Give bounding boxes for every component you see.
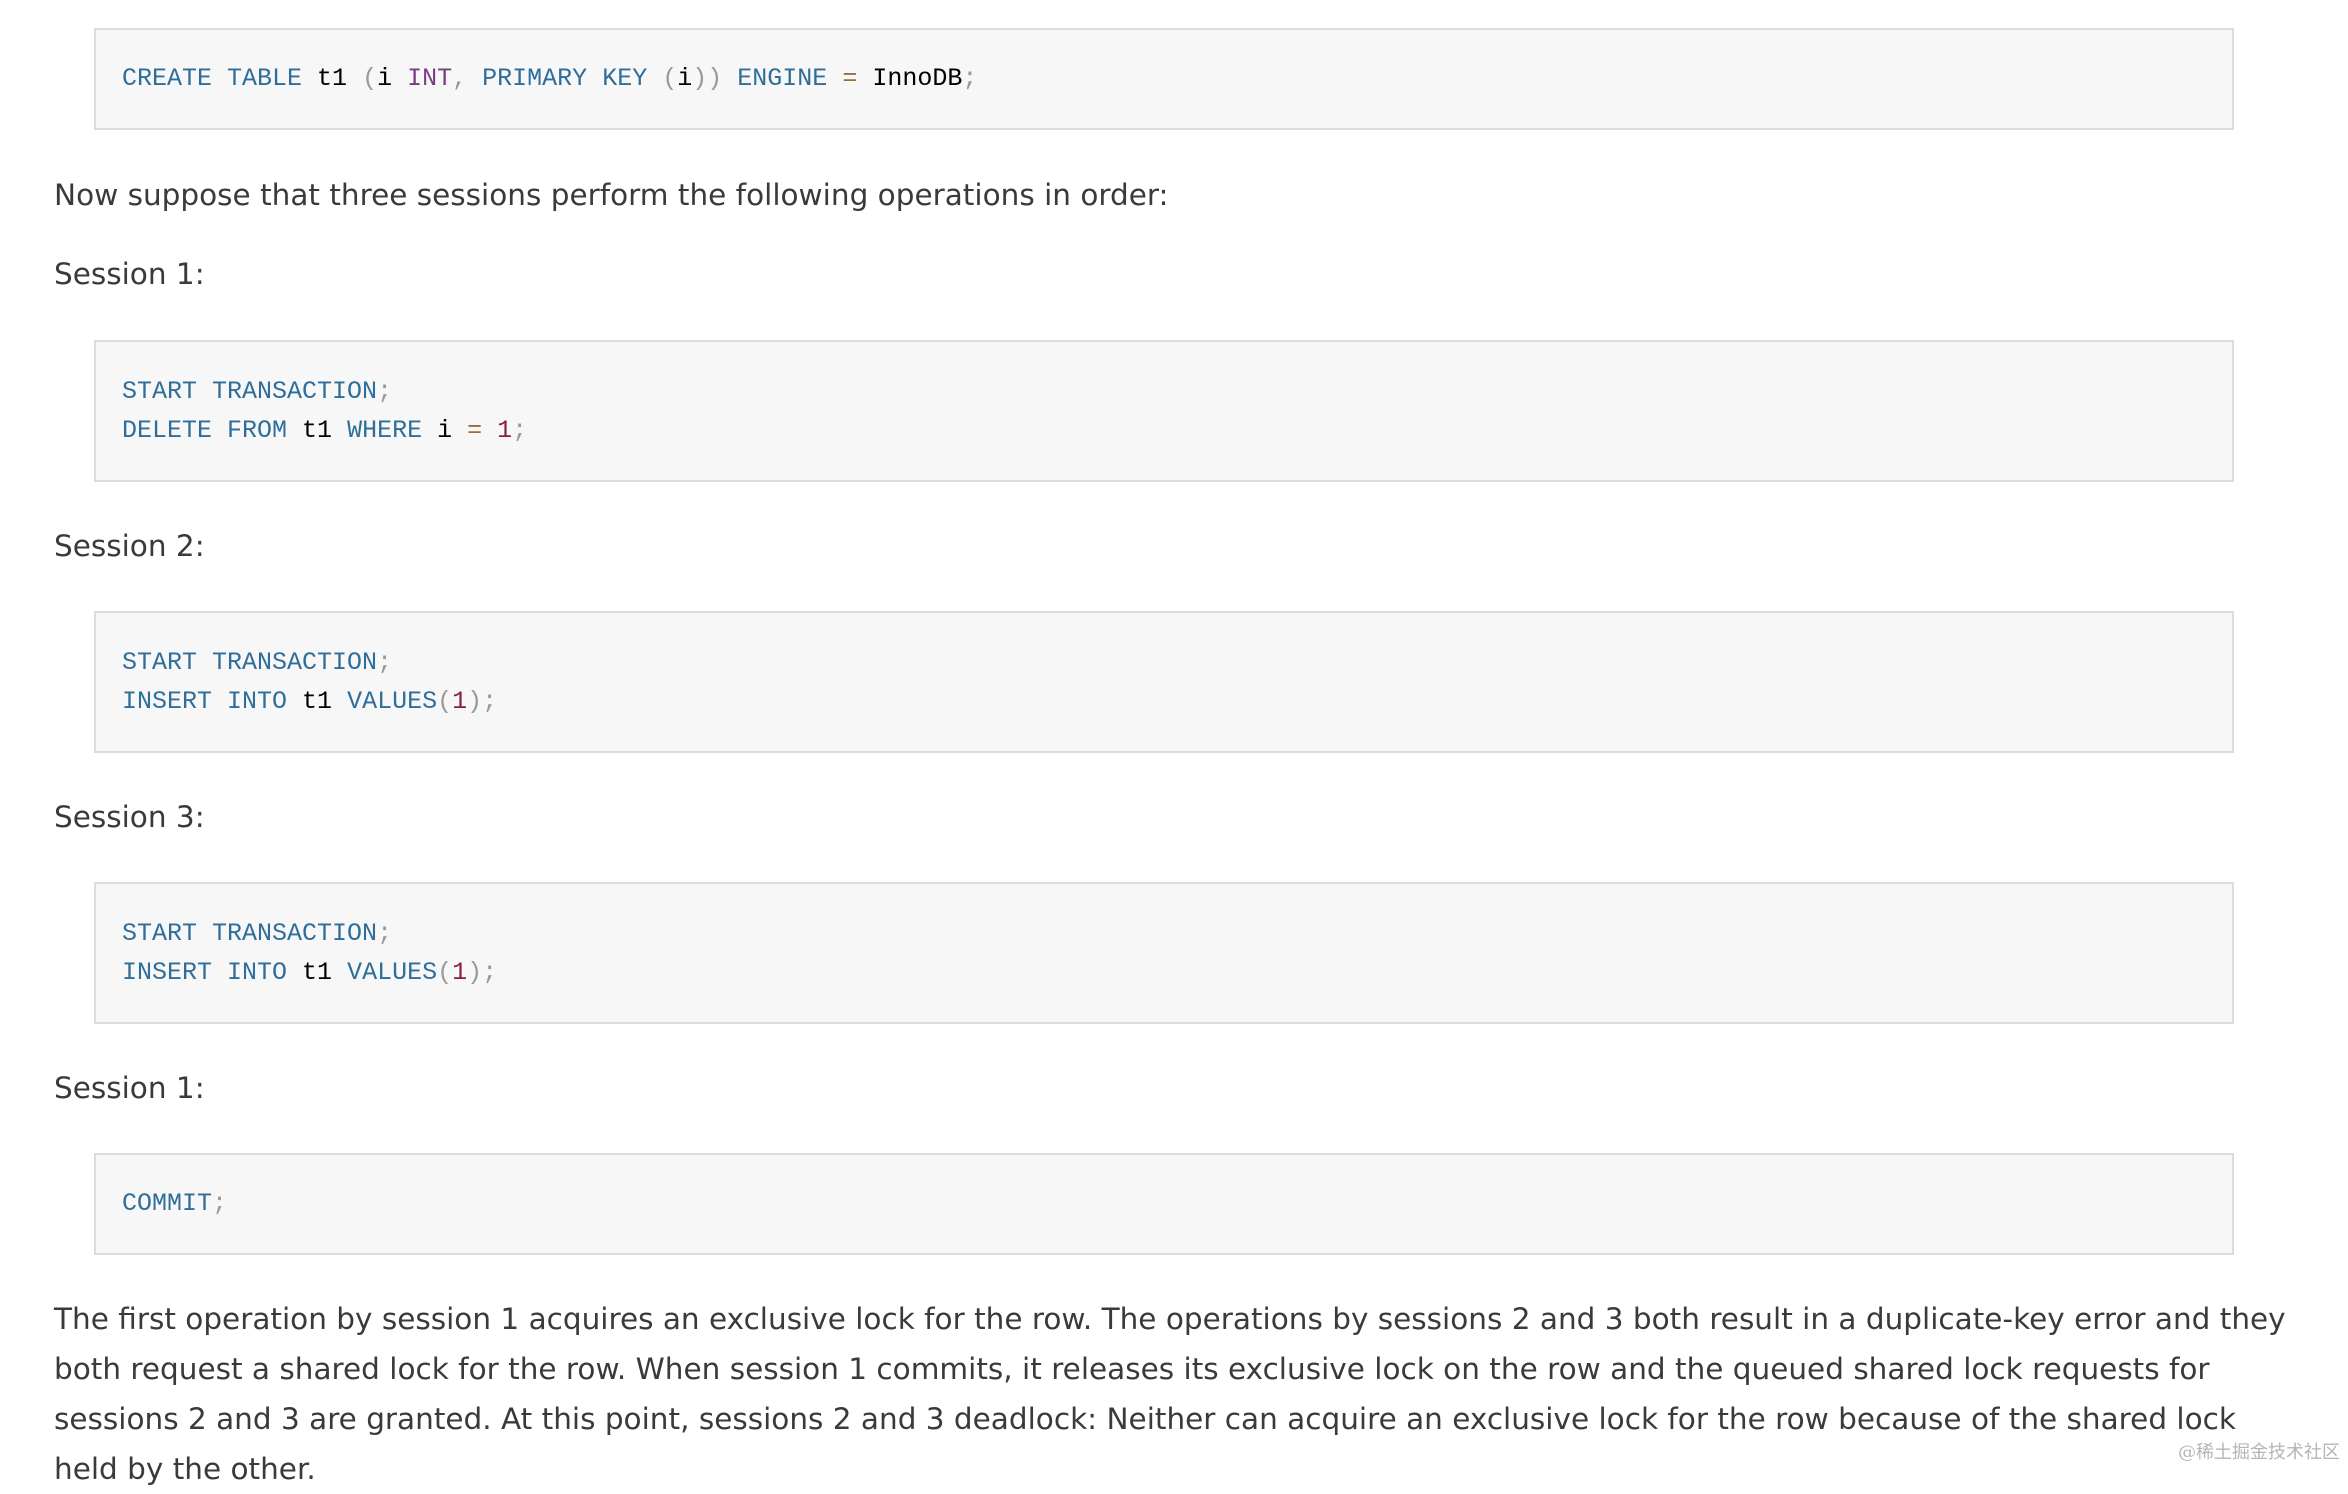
code-token: ; bbox=[212, 1189, 228, 1218]
code-token: TABLE bbox=[227, 64, 303, 93]
code-token: 1 bbox=[497, 416, 513, 445]
intro-paragraph: Now suppose that three sessions perform … bbox=[54, 178, 1169, 212]
code-line: COMMIT; bbox=[122, 1184, 2232, 1223]
explanation-paragraph: The first operation by session 1 acquire… bbox=[54, 1302, 2286, 1486]
code-token: INSERT bbox=[122, 687, 213, 716]
code-token: VALUES bbox=[347, 687, 438, 716]
code-token: PRIMARY bbox=[482, 64, 588, 93]
code-token: ( bbox=[437, 958, 453, 987]
code-token: , bbox=[452, 64, 468, 93]
code-token: ( bbox=[362, 64, 378, 93]
session-2-label: Session 2: bbox=[54, 529, 205, 563]
code-token: ; bbox=[377, 648, 393, 677]
code-line: INSERT INTO t1 VALUES(1); bbox=[122, 953, 2232, 992]
code-block-session-3: START TRANSACTION; INSERT INTO t1 VALUES… bbox=[94, 882, 2234, 1024]
code-token: = bbox=[467, 416, 483, 445]
code-line: START TRANSACTION; bbox=[122, 643, 2232, 682]
code-block-session-2: START TRANSACTION; INSERT INTO t1 VALUES… bbox=[94, 611, 2234, 753]
code-line: DELETE FROM t1 WHERE i = 1; bbox=[122, 411, 2232, 450]
code-token: INTO bbox=[227, 687, 288, 716]
session-3-label: Session 3: bbox=[54, 800, 205, 834]
code-token: CREATE bbox=[122, 64, 213, 93]
code-token: ; bbox=[962, 64, 978, 93]
code-token: ENGINE bbox=[737, 64, 828, 93]
code-token: DELETE bbox=[122, 416, 213, 445]
code-line: START TRANSACTION; bbox=[122, 372, 2232, 411]
code-block-commit: COMMIT; bbox=[94, 1153, 2234, 1255]
code-token: VALUES bbox=[347, 958, 438, 987]
code-token: ( bbox=[437, 687, 453, 716]
code-block-create-table: CREATE TABLE t1 (i INT, PRIMARY KEY (i))… bbox=[94, 28, 2234, 130]
code-token: t1 bbox=[302, 64, 363, 93]
session-1-commit-label: Session 1: bbox=[54, 1071, 205, 1105]
code-token: START bbox=[122, 648, 198, 677]
code-token: ); bbox=[467, 687, 498, 716]
code-token: ; bbox=[377, 377, 393, 406]
code-token: t1 bbox=[287, 416, 348, 445]
code-token: FROM bbox=[227, 416, 288, 445]
code-token: TRANSACTION bbox=[212, 377, 378, 406]
code-token: ); bbox=[467, 958, 498, 987]
code-token: 1 bbox=[452, 958, 468, 987]
code-token: WHERE bbox=[347, 416, 423, 445]
code-line: START TRANSACTION; bbox=[122, 914, 2232, 953]
code-token: COMMIT bbox=[122, 1189, 213, 1218]
code-token: i bbox=[422, 416, 468, 445]
code-token: )) bbox=[692, 64, 723, 93]
code-token: 1 bbox=[452, 687, 468, 716]
code-token: i bbox=[677, 64, 693, 93]
code-token: = bbox=[842, 64, 858, 93]
code-token: t1 bbox=[287, 958, 348, 987]
code-token: TRANSACTION bbox=[212, 648, 378, 677]
code-token: START bbox=[122, 377, 198, 406]
code-token: InnoDB bbox=[857, 64, 963, 93]
code-token: ; bbox=[377, 919, 393, 948]
code-block-session-1: START TRANSACTION; DELETE FROM t1 WHERE … bbox=[94, 340, 2234, 482]
code-token: KEY bbox=[602, 64, 648, 93]
code-token: ( bbox=[662, 64, 678, 93]
code-token: t1 bbox=[287, 687, 348, 716]
code-token: INT bbox=[407, 64, 453, 93]
session-1-label: Session 1: bbox=[54, 257, 205, 291]
code-line: INSERT INTO t1 VALUES(1); bbox=[122, 682, 2232, 721]
watermark: @稀土掘金技术社区 bbox=[2178, 1442, 2340, 1463]
code-token: START bbox=[122, 919, 198, 948]
code-token: TRANSACTION bbox=[212, 919, 378, 948]
code-token: i bbox=[377, 64, 408, 93]
code-token: INSERT bbox=[122, 958, 213, 987]
code-token: ; bbox=[512, 416, 528, 445]
code-line: CREATE TABLE t1 (i INT, PRIMARY KEY (i))… bbox=[122, 59, 2232, 98]
code-token: INTO bbox=[227, 958, 288, 987]
